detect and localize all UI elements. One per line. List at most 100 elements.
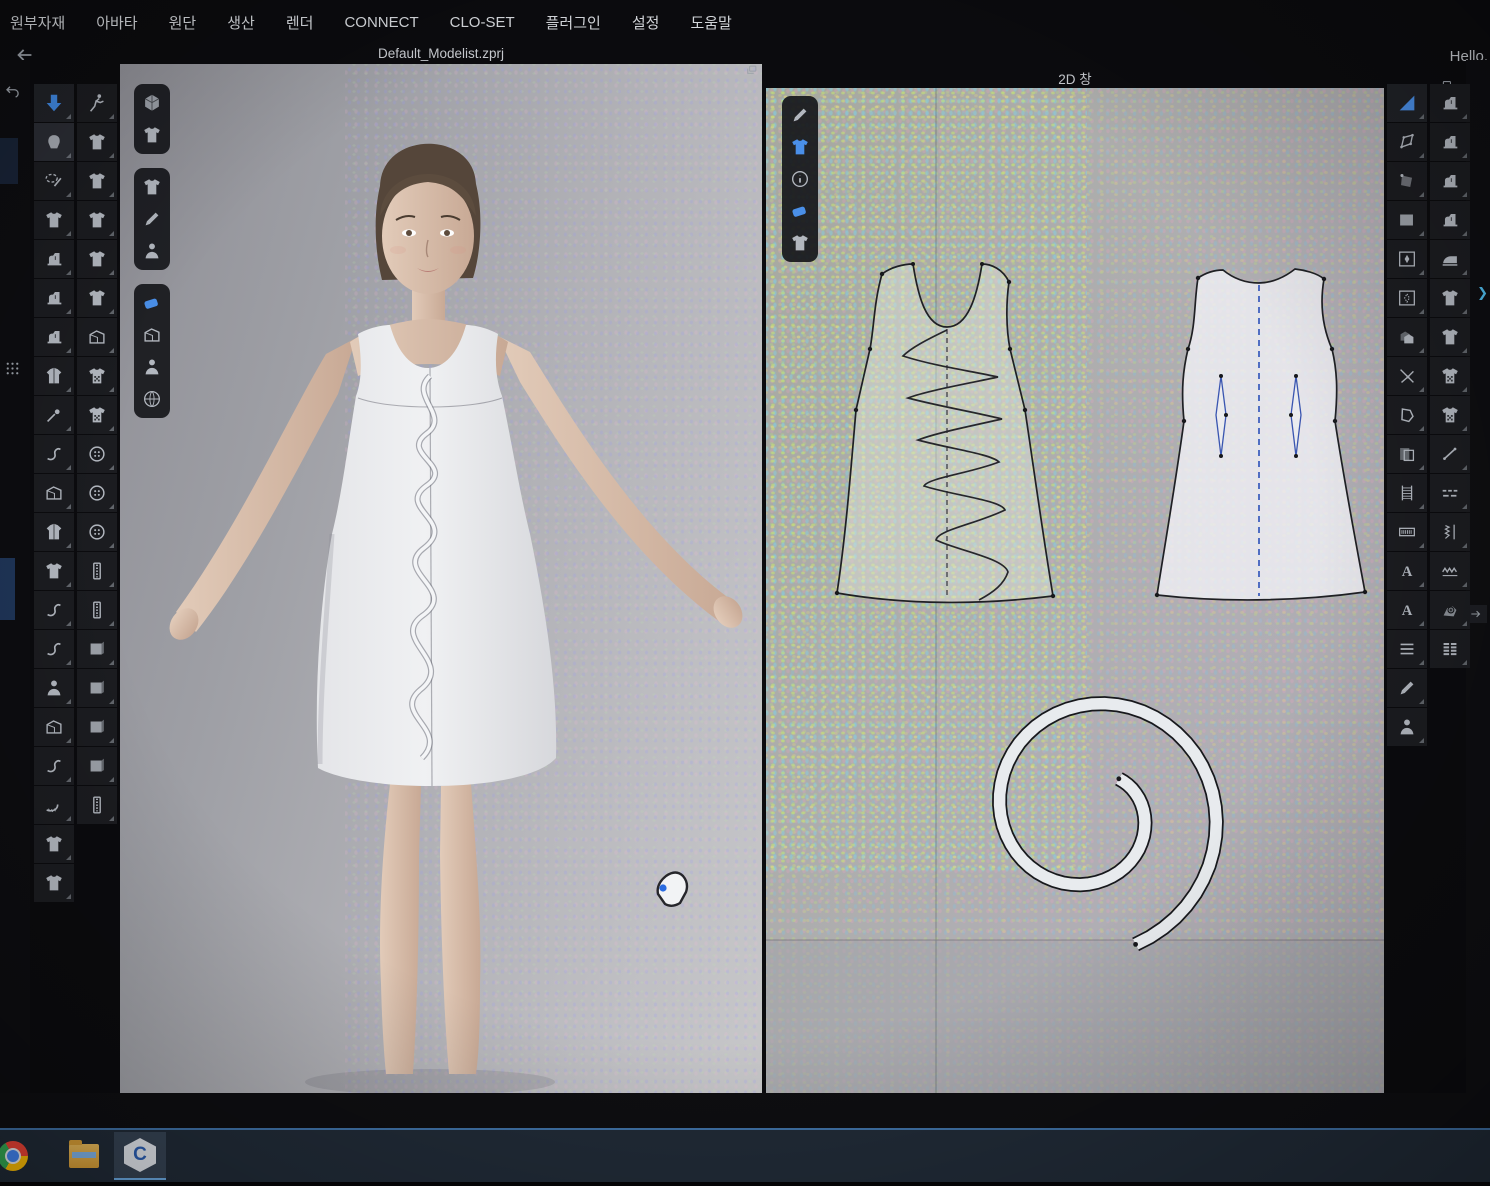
offset-pattern-tool[interactable]	[1387, 435, 1427, 473]
environment-toggle[interactable]	[137, 385, 167, 413]
pleats-tool[interactable]	[1430, 630, 1470, 668]
elastic-tool[interactable]	[1430, 513, 1470, 551]
garment-lock-toggle[interactable]	[785, 229, 815, 257]
dart-tool[interactable]	[1387, 240, 1427, 278]
tug-garment-tool[interactable]	[77, 201, 117, 239]
garment-measure-tool[interactable]	[34, 825, 74, 863]
pattern-list-tool[interactable]	[1387, 630, 1427, 668]
pattern-avatar-tool[interactable]	[1387, 708, 1427, 746]
buttonhole-lock-tool[interactable]	[77, 513, 117, 551]
sew-free-2d-tool[interactable]	[1430, 162, 1470, 200]
taskbar-file-explorer[interactable]	[58, 1132, 110, 1180]
fabric-swatch-toggle[interactable]	[785, 197, 815, 225]
lasso-select-tool[interactable]	[34, 162, 74, 200]
outer-layer-tool[interactable]	[34, 513, 74, 551]
zipper-edit-tool[interactable]	[77, 591, 117, 629]
avatar-3d[interactable]	[120, 64, 762, 1093]
lift-garment-toggle[interactable]	[785, 133, 815, 161]
edit-curve-tool[interactable]	[34, 747, 74, 785]
layer-tops-tool[interactable]	[34, 552, 74, 590]
menu-settings[interactable]: 설정	[630, 10, 662, 35]
text-tool[interactable]	[1387, 552, 1427, 590]
stretch-garment-tool[interactable]	[77, 279, 117, 317]
grab-garment-tool[interactable]	[1430, 318, 1470, 356]
pattern-box-tool[interactable]	[77, 630, 117, 668]
pin-vest-tool[interactable]	[34, 357, 74, 395]
fit-garment-tool[interactable]	[34, 201, 74, 239]
fabric-texture-toggle[interactable]	[137, 289, 167, 317]
drag-garment-tool[interactable]	[77, 123, 117, 161]
sew-check-tool[interactable]	[1430, 201, 1470, 239]
pinch-garment-tool[interactable]	[77, 240, 117, 278]
sew-segment-2d-tool[interactable]	[1430, 123, 1470, 161]
texture-solid-2d-tool[interactable]	[1430, 396, 1470, 434]
intersect-cut-tool[interactable]	[1387, 357, 1427, 395]
edit-pattern-tool[interactable]	[1387, 123, 1427, 161]
show-garment-toggle[interactable]	[137, 121, 167, 149]
pattern-box-solid-tool[interactable]	[77, 669, 117, 707]
rectangle-pattern-tool[interactable]	[1387, 201, 1427, 239]
texture-check-2d-tool[interactable]	[1430, 357, 1470, 395]
text-style-tool[interactable]	[1387, 591, 1427, 629]
mannequin-toggle[interactable]	[137, 353, 167, 381]
select-mesh-tool[interactable]	[77, 318, 117, 356]
window-2d[interactable]	[766, 88, 1384, 1093]
sew-segment-tool[interactable]	[34, 279, 74, 317]
zipper-puller-tool[interactable]	[77, 786, 117, 824]
pattern-canvas[interactable]	[766, 88, 1384, 1093]
pattern-outline-toggle[interactable]	[137, 205, 167, 233]
taskbar-clo-3d[interactable]: C	[114, 1132, 166, 1180]
menu-closet[interactable]: CLO-SET	[448, 12, 517, 33]
pull-garment-tool[interactable]	[77, 162, 117, 200]
drape-curve-tool[interactable]	[34, 591, 74, 629]
show-avatar-toggle[interactable]	[137, 237, 167, 265]
drape-rotate-tool[interactable]	[34, 630, 74, 668]
button-large-tool[interactable]	[77, 474, 117, 512]
sew-machine-tool[interactable]	[34, 240, 74, 278]
button-tool[interactable]	[77, 435, 117, 473]
grid-dots-icon[interactable]	[3, 358, 23, 378]
edit-shape-tool[interactable]	[1387, 162, 1427, 200]
tape-measure-tool[interactable]	[34, 786, 74, 824]
select-tool[interactable]	[34, 84, 74, 122]
cut-sew-tool[interactable]	[1387, 669, 1427, 707]
menu-render[interactable]: 렌더	[284, 10, 316, 35]
viewport-3d[interactable]	[120, 64, 762, 1093]
garment-avatar-tool[interactable]	[34, 669, 74, 707]
avatar-info-toggle[interactable]	[785, 165, 815, 193]
grading-ruler-tool[interactable]	[1387, 513, 1427, 551]
sew-free-tool[interactable]	[34, 318, 74, 356]
rotate-fabric-tool[interactable]	[34, 435, 74, 473]
taskbar-chrome[interactable]	[0, 1132, 52, 1180]
pattern-panel-solid-tool[interactable]	[77, 747, 117, 785]
undo-arrow-icon[interactable]	[4, 82, 24, 102]
show-clothes-toggle[interactable]	[137, 173, 167, 201]
texture-checker-solid-tool[interactable]	[77, 396, 117, 434]
pattern-spiral-piece[interactable]	[1000, 704, 1217, 947]
expand-panel-icon[interactable]	[1469, 605, 1487, 623]
select-garment-tool[interactable]	[1430, 279, 1470, 317]
trace-pattern-tool[interactable]	[1387, 396, 1427, 434]
garment-measure-edit-tool[interactable]	[34, 864, 74, 902]
fabric-fold-toggle[interactable]	[137, 321, 167, 349]
menu-plugin[interactable]: 플러그인	[544, 10, 603, 35]
menu-materials[interactable]: 원부자재	[8, 10, 67, 35]
simulate-tool[interactable]	[77, 84, 117, 122]
sew-machine-2d-tool[interactable]	[1430, 84, 1470, 122]
zigzag-stitch-tool[interactable]	[1430, 552, 1470, 590]
view-cube-toggle[interactable]	[137, 89, 167, 117]
menu-fabric[interactable]: 원단	[167, 10, 199, 35]
menu-connect[interactable]: CONNECT	[342, 12, 420, 33]
pattern-pen-toggle[interactable]	[785, 101, 815, 129]
texture-checker-tool[interactable]	[77, 357, 117, 395]
stitch-slash-tool[interactable]	[1430, 435, 1470, 473]
fold-arrangement-tool[interactable]	[34, 474, 74, 512]
transform-pattern-tool[interactable]	[1387, 84, 1427, 122]
menu-production[interactable]: 생산	[225, 10, 257, 35]
add-fabric-tool[interactable]	[1430, 591, 1470, 629]
pattern-panel-tool[interactable]	[77, 708, 117, 746]
pan-tool[interactable]	[34, 123, 74, 161]
pattern-front-piece[interactable]	[835, 262, 1055, 602]
pin-tool[interactable]	[34, 396, 74, 434]
pattern-back-piece[interactable]	[1155, 269, 1367, 600]
